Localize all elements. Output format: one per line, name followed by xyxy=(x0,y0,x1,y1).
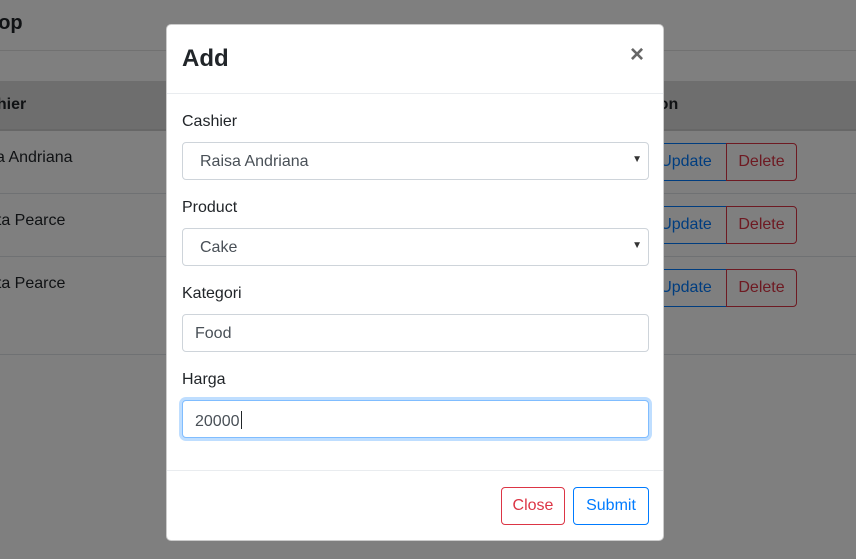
product-select-value: Cake xyxy=(200,239,238,256)
product-select[interactable]: Cake ▼ xyxy=(182,228,649,266)
text-cursor xyxy=(240,411,242,429)
caret-down-icon: ▼ xyxy=(632,240,642,251)
kategori-input-value: Food xyxy=(195,325,232,342)
harga-input-value: 20000 xyxy=(195,413,240,430)
close-icon[interactable]: × xyxy=(627,43,647,67)
add-modal: Add × Cashier Raisa Andriana ▼ Product C… xyxy=(166,24,664,541)
modal-header: Add × xyxy=(167,25,663,94)
cashier-select[interactable]: Raisa Andriana ▼ xyxy=(182,142,649,180)
kategori-input[interactable]: Food xyxy=(182,314,649,352)
modal-title: Add xyxy=(182,45,229,72)
modal-footer-divider xyxy=(167,470,663,471)
caret-down-icon: ▼ xyxy=(632,154,642,165)
submit-button[interactable]: Submit xyxy=(573,487,649,525)
cashier-select-value: Raisa Andriana xyxy=(200,153,309,170)
harga-label: Harga xyxy=(182,371,226,388)
product-label: Product xyxy=(182,199,238,216)
kategori-label: Kategori xyxy=(182,285,242,302)
close-button[interactable]: Close xyxy=(501,487,565,525)
harga-input[interactable]: 20000 xyxy=(182,400,649,438)
cashier-label: Cashier xyxy=(182,113,238,130)
